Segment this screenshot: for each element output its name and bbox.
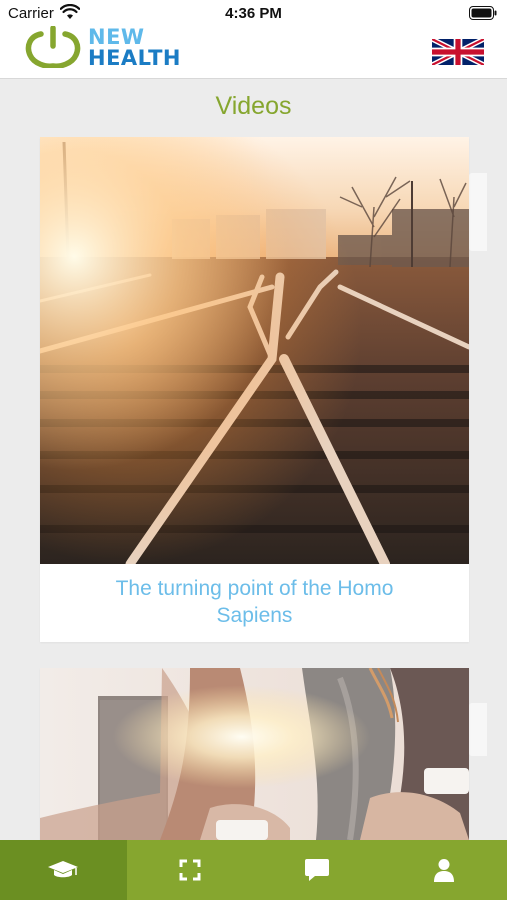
fullscreen-icon: [179, 859, 201, 881]
user-icon: [433, 859, 454, 882]
video-title: The turning point of the Homo Sapiens: [115, 577, 394, 627]
chat-bubble-icon: [304, 859, 329, 881]
new-health-logo: NEW HEALTH: [24, 26, 194, 72]
power-apple-icon: [25, 26, 81, 68]
logo-line-health: HEALTH: [88, 46, 181, 70]
battery-icon: [469, 6, 497, 20]
bottom-tab-bar: [0, 840, 507, 900]
railway-tracks-thumbnail: [40, 137, 469, 564]
logo-text: NEW HEALTH: [88, 27, 181, 69]
tab-learn[interactable]: [0, 840, 127, 900]
video-card[interactable]: The turning point of the Homo Sapiens: [40, 137, 469, 642]
video-card[interactable]: [40, 668, 469, 840]
app-header: NEW HEALTH: [0, 26, 507, 79]
graduation-cap-icon: [48, 861, 79, 878]
uk-flag-icon[interactable]: [432, 39, 484, 65]
tab-profile[interactable]: [380, 840, 507, 900]
page-title: Videos: [215, 92, 292, 120]
status-bar: Carrier 4:36 PM: [0, 0, 507, 26]
person-tying-shoe-thumbnail: [40, 668, 469, 840]
tab-fullscreen[interactable]: [127, 840, 254, 900]
tab-chat[interactable]: [254, 840, 381, 900]
logo-line-new: NEW: [88, 25, 145, 49]
next-card-peek: [469, 173, 487, 251]
status-time: 4:36 PM: [225, 5, 282, 22]
next-card-peek: [469, 703, 487, 756]
